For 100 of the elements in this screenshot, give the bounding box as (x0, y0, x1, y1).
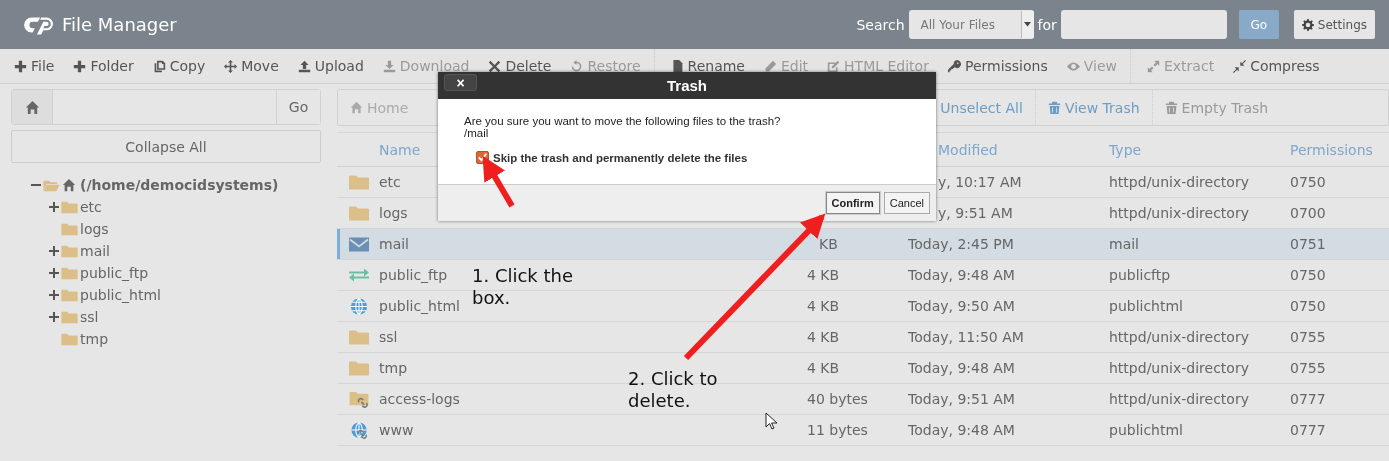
file-name: access-logs (379, 391, 460, 407)
file-name: www (379, 422, 414, 438)
collapse-all-button[interactable]: Collapse All (11, 130, 321, 163)
expand-icon[interactable] (49, 202, 59, 212)
expand-icon (1147, 59, 1160, 73)
tree-item[interactable]: mail (80, 243, 110, 259)
edit-icon (827, 59, 841, 73)
file-size: KB (819, 236, 838, 252)
copy-icon (152, 59, 166, 73)
modified-date: Today, 9:48 AM (908, 422, 1015, 438)
folder-icon (349, 204, 369, 222)
expand-icon[interactable] (49, 268, 59, 278)
compress-icon (1233, 59, 1247, 73)
permissions-value: 0750 (1290, 298, 1326, 314)
file-size: 4 KB (807, 267, 840, 283)
file-size: 4 KB (807, 360, 840, 376)
expand-icon[interactable] (49, 290, 59, 300)
toolbar-button[interactable]: Copy (146, 58, 212, 74)
modified-date: Today, 9:48 AM (908, 360, 1015, 376)
search-scope-dropdown[interactable]: All Your Files (908, 10, 1034, 39)
eye-icon (1066, 59, 1080, 73)
toolbar-button[interactable]: Compress (1227, 58, 1326, 74)
toolbar-button[interactable]: Move (218, 58, 285, 74)
folder-icon (61, 310, 78, 324)
file-name: mail (379, 236, 409, 252)
tree-item[interactable]: ssl (80, 309, 99, 325)
file-type: httpd/unix-directory (1109, 205, 1249, 221)
trash-icon (1047, 101, 1061, 114)
nav-button[interactable]: View Trash (1035, 99, 1152, 116)
modified-date: y, 10:17 AM (938, 174, 1022, 190)
tree-item[interactable]: etc (80, 199, 102, 215)
permissions-value: 0700 (1290, 205, 1326, 221)
permissions-value: 0755 (1290, 329, 1326, 345)
toolbar-button[interactable]: File (8, 58, 61, 74)
key-icon (947, 59, 961, 73)
file-name: logs (379, 205, 408, 221)
undo-icon (570, 59, 584, 73)
nav-button[interactable]: Unselect All (928, 99, 1035, 116)
dialog-message: Are you sure you want to move the following files to the trash? (464, 115, 782, 127)
tree-item[interactable]: logs (80, 221, 109, 237)
modified-date: Today, 9:48 AM (908, 267, 1015, 283)
modified-date: Today, 2:45 PM (908, 236, 1014, 252)
toolbar-button[interactable]: Rename (664, 58, 751, 74)
upload-icon (297, 59, 311, 73)
settings-button[interactable]: Settings (1293, 10, 1375, 39)
cancel-button[interactable]: Cancel (883, 192, 930, 214)
modified-date: Today, 11:50 AM (908, 329, 1024, 345)
folder-icon (61, 266, 78, 280)
file-name: tmp (379, 360, 407, 376)
folder-icon (61, 222, 78, 236)
move-icon (224, 59, 238, 73)
toolbar-button[interactable]: Upload (291, 58, 370, 74)
file-size: 11 bytes (807, 422, 868, 438)
toolbar-button[interactable]: Folder (67, 58, 140, 74)
tree-item[interactable]: (/home/democidsystems) (80, 177, 279, 193)
for-label: for (1037, 16, 1057, 33)
globe-icon (349, 297, 369, 315)
tree-item[interactable]: tmp (80, 331, 108, 347)
file-type: publichtml (1109, 422, 1183, 438)
file-size: 4 KB (807, 298, 840, 314)
annotation-text: 1. Click the box. (472, 265, 575, 309)
file-size: 40 bytes (807, 391, 868, 407)
close-button[interactable]: × (444, 74, 477, 91)
modified-date: Today, 9:50 AM (908, 298, 1015, 314)
expand-icon[interactable] (49, 312, 59, 322)
file-type: httpd/unix-directory (1109, 329, 1249, 345)
tree-item[interactable]: public_ftp (80, 265, 149, 281)
plus-icon (14, 59, 27, 73)
file-type: publicftp (1109, 267, 1171, 283)
file-type: httpd/unix-directory (1109, 174, 1249, 190)
folder-icon (61, 200, 78, 214)
go-button[interactable]: Go (1238, 10, 1279, 39)
tree-item[interactable]: public_html (80, 287, 161, 303)
annotation-text: 2. Click to delete. (628, 368, 719, 412)
toolbar-button[interactable]: Delete (482, 58, 558, 74)
app-title: File Manager (62, 14, 177, 35)
plus-icon (73, 59, 87, 73)
close-icon (488, 59, 502, 73)
search-field[interactable] (1060, 10, 1227, 39)
permissions-value: 0751 (1290, 236, 1326, 252)
folder-icon (61, 244, 78, 258)
file-type: httpd/unix-directory (1109, 391, 1249, 407)
selected-row-highlight[interactable] (337, 229, 1389, 259)
transfer-icon (349, 266, 369, 284)
file-type: httpd/unix-directory (1109, 360, 1249, 376)
file-size: 4 KB (807, 329, 840, 345)
permissions-value: 0777 (1290, 422, 1326, 438)
trash-icon (1164, 101, 1178, 114)
checkbox-label[interactable]: Skip the trash and permanently delete the files (493, 151, 748, 164)
open-folder-icon (43, 178, 60, 192)
caret-icon (1024, 22, 1032, 27)
toolbar-button[interactable]: Permissions (941, 58, 1054, 74)
folder-link-icon (349, 390, 369, 408)
modified-date: Today, 9:51 AM (908, 391, 1015, 407)
file-name: ssl (379, 329, 398, 345)
file-name: public_ftp (379, 267, 448, 283)
file-type: publichtml (1109, 298, 1183, 314)
expand-icon[interactable] (49, 246, 59, 256)
folder-icon (349, 328, 369, 346)
confirm-button[interactable]: Confirm (825, 192, 880, 214)
